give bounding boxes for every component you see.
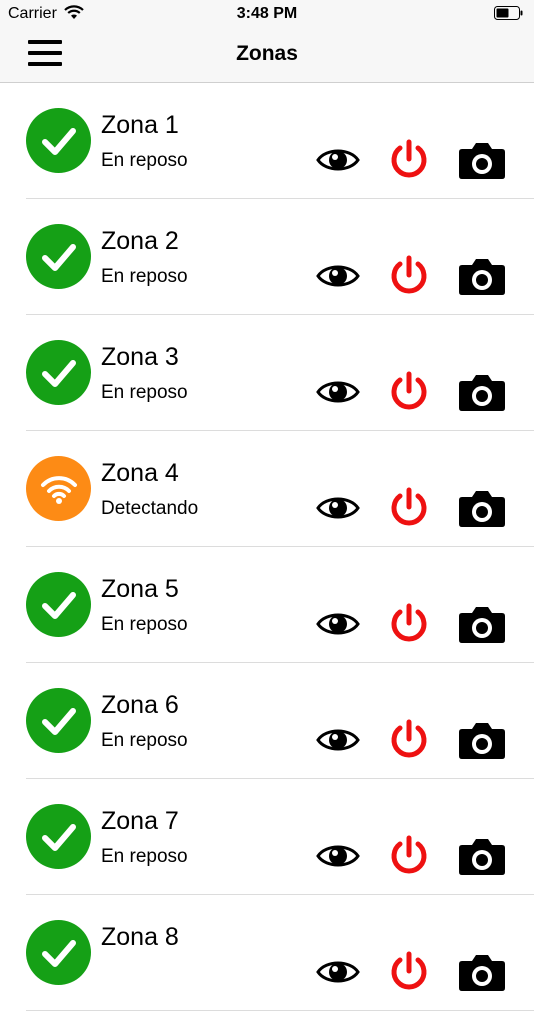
power-icon[interactable] <box>389 719 429 764</box>
power-icon[interactable] <box>389 255 429 300</box>
power-icon[interactable] <box>389 487 429 532</box>
zone-row[interactable]: Zona 1 En reposo <box>0 83 534 199</box>
zone-row[interactable]: Zona 3 En reposo <box>0 315 534 431</box>
zone-row[interactable]: Zona 6 En reposo <box>0 663 534 779</box>
camera-icon[interactable] <box>458 604 506 649</box>
power-icon[interactable] <box>389 951 429 996</box>
camera-icon[interactable] <box>458 836 506 881</box>
zone-row[interactable]: Zona 7 En reposo <box>0 779 534 895</box>
zone-status: En reposo <box>101 382 188 403</box>
zone-status: Detectando <box>101 498 199 519</box>
camera-icon[interactable] <box>458 256 506 301</box>
navigation-bar: Zonas <box>0 28 534 83</box>
checkmark-icon <box>26 920 91 985</box>
power-icon[interactable] <box>389 603 429 648</box>
zone-name: Zona 5 <box>101 575 179 603</box>
zone-row[interactable]: Zona 8 <box>0 895 534 1011</box>
zone-status: En reposo <box>101 266 188 287</box>
power-icon[interactable] <box>389 371 429 416</box>
zone-name: Zona 1 <box>101 111 179 139</box>
status-time: 3:48 PM <box>236 5 298 22</box>
checkmark-icon <box>26 688 91 753</box>
eye-icon[interactable] <box>316 609 360 644</box>
eye-icon[interactable] <box>316 261 360 296</box>
power-icon[interactable] <box>389 139 429 184</box>
zone-name: Zona 3 <box>101 343 179 371</box>
eye-icon[interactable] <box>316 725 360 760</box>
eye-icon[interactable] <box>316 841 360 876</box>
checkmark-icon <box>26 224 91 289</box>
zone-status: En reposo <box>101 150 188 171</box>
zone-row[interactable]: Zona 5 En reposo <box>0 547 534 663</box>
zone-status: En reposo <box>101 846 188 867</box>
zone-name: Zona 2 <box>101 227 179 255</box>
eye-icon[interactable] <box>316 957 360 992</box>
eye-icon[interactable] <box>316 377 360 412</box>
zone-status: En reposo <box>101 614 188 635</box>
camera-icon[interactable] <box>458 952 506 997</box>
power-icon[interactable] <box>389 835 429 880</box>
battery-icon <box>494 6 524 25</box>
zone-name: Zona 8 <box>101 923 179 951</box>
zone-name: Zona 6 <box>101 691 179 719</box>
checkmark-icon <box>26 804 91 869</box>
camera-icon[interactable] <box>458 140 506 185</box>
checkmark-icon <box>26 340 91 405</box>
checkmark-icon <box>26 572 91 637</box>
status-bar: Carrier 3:48 PM <box>0 0 534 28</box>
camera-icon[interactable] <box>458 488 506 533</box>
zone-name: Zona 4 <box>101 459 179 487</box>
camera-icon[interactable] <box>458 372 506 417</box>
eye-icon[interactable] <box>316 493 360 528</box>
zone-status: En reposo <box>101 730 188 751</box>
zone-row[interactable]: Zona 2 En reposo <box>0 199 534 315</box>
zone-list: Zona 1 En reposo Zona 2 En reposo Zona 3 En r… <box>0 83 534 1011</box>
eye-icon[interactable] <box>316 145 360 180</box>
zone-name: Zona 7 <box>101 807 179 835</box>
zone-row[interactable]: Zona 4 Detectando <box>0 431 534 547</box>
camera-icon[interactable] <box>458 720 506 765</box>
checkmark-icon <box>26 108 91 173</box>
wifi-signal-icon <box>26 456 91 521</box>
page-title: Zonas <box>236 42 298 65</box>
